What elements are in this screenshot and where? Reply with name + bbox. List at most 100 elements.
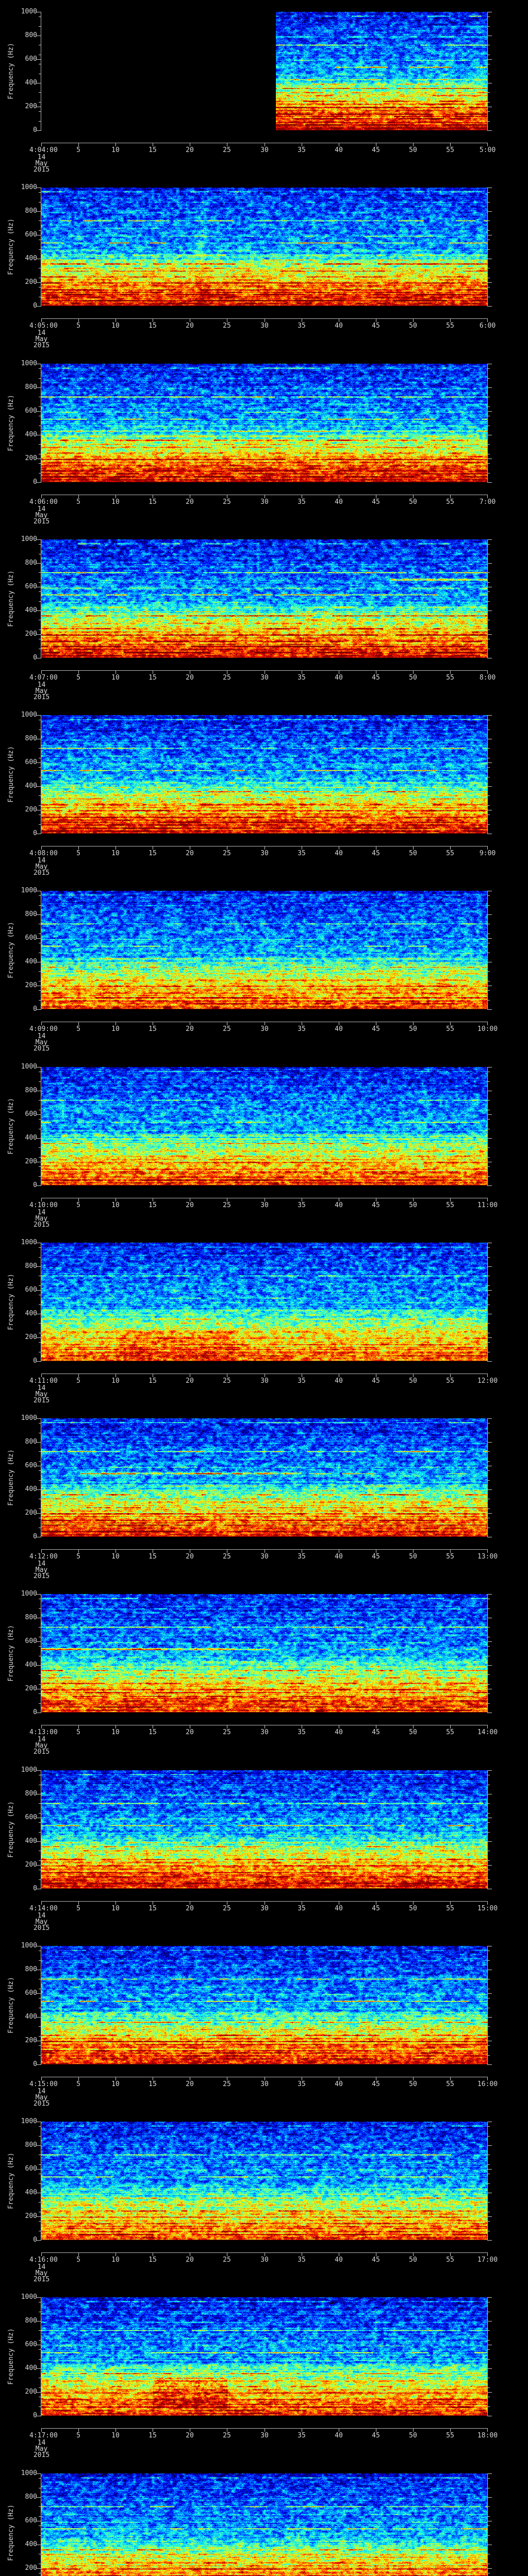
x-major-tick (41, 143, 42, 146)
date-line-year: 2015 (33, 342, 50, 349)
x-tick-label: 30 (260, 1025, 269, 1033)
y-major-tick (488, 1114, 492, 1115)
y-major-tick (37, 1665, 41, 1666)
spectrogram-panel: Frequency (Hz) 4:10:00 11:00 14 May 2015… (0, 1063, 528, 1243)
y-tick-label: 400 (25, 782, 37, 790)
x-tick-label: 40 (335, 322, 343, 330)
y-major-tick (488, 2368, 492, 2369)
spectrogram-panel: Frequency (Hz) 4:04:00 5:00 14 May 2015 … (0, 8, 528, 188)
y-axis-title: Frequency (Hz) (7, 1098, 15, 1155)
y-major-tick (37, 938, 41, 939)
y-tick-label: 200 (25, 981, 37, 989)
y-minor-tick (39, 1000, 41, 1001)
y-major-tick (37, 282, 41, 283)
y-minor-tick (39, 111, 41, 112)
y-minor-tick (488, 378, 490, 379)
x-major-tick (41, 2429, 42, 2432)
y-axis-line-right (487, 364, 488, 483)
y-major-tick (37, 914, 41, 915)
y-major-tick (488, 211, 492, 212)
y-minor-tick (39, 2359, 41, 2360)
y-tick-label: 600 (25, 583, 37, 590)
y-tick-label: 1000 (21, 1942, 37, 1950)
x-tick-label: 5 (76, 322, 80, 330)
x-tick-label: 55 (446, 1201, 454, 1209)
spectrogram-heatmap (41, 364, 487, 482)
y-minor-tick (39, 2036, 41, 2037)
y-minor-tick (39, 1157, 41, 1158)
y-tick-label: 600 (25, 2165, 37, 2173)
y-major-tick (37, 634, 41, 635)
y-axis-title: Frequency (Hz) (7, 1625, 15, 1682)
y-minor-tick (488, 1646, 490, 1647)
y-minor-tick (488, 572, 490, 573)
y-minor-tick (39, 1166, 41, 1167)
y-major-tick (37, 1594, 41, 1595)
y-minor-tick (39, 2340, 41, 2341)
y-minor-tick (39, 1860, 41, 1861)
y-minor-tick (488, 249, 490, 250)
x-tick-label: 20 (186, 1905, 194, 1912)
y-major-tick (488, 2017, 492, 2018)
y-major-tick (488, 282, 492, 283)
y-major-tick (37, 786, 41, 787)
y-minor-tick (39, 895, 41, 896)
y-major-tick (488, 387, 492, 388)
y-axis-title: Frequency (Hz) (7, 1274, 15, 1330)
y-minor-tick (39, 2387, 41, 2388)
y-minor-tick (39, 1480, 41, 1481)
x-tick-label: 20 (186, 850, 194, 857)
x-tick-label: 30 (260, 850, 269, 857)
y-minor-tick (488, 121, 490, 122)
y-minor-tick (39, 2478, 41, 2479)
y-minor-tick (39, 582, 41, 583)
y-minor-tick (488, 16, 490, 17)
y-tick-label: 0 (33, 478, 37, 486)
x-tick-label: 5 (76, 1728, 80, 1736)
y-minor-tick (39, 1674, 41, 1675)
y-axis-line-right (487, 2297, 488, 2416)
x-major-tick (41, 1022, 42, 1025)
y-minor-tick (488, 26, 490, 27)
y-minor-tick (39, 795, 41, 796)
x-tick-label: 30 (260, 1553, 269, 1561)
y-tick-label: 1000 (21, 1239, 37, 1246)
x-tick-label: 5 (76, 2256, 80, 2264)
y-tick-label: 0 (33, 1708, 37, 1716)
y-major-tick (488, 1841, 492, 1842)
y-minor-tick (488, 805, 490, 806)
y-axis-line-right (487, 1770, 488, 1889)
y-minor-tick (39, 2055, 41, 2056)
y-tick-label: 800 (25, 31, 37, 39)
y-minor-tick (488, 2478, 490, 2479)
spectrogram-panel: Frequency (Hz) 4:07:00 8:00 14 May 2015 … (0, 536, 528, 715)
y-minor-tick (488, 582, 490, 583)
y-minor-tick (488, 1803, 490, 1804)
y-minor-tick (488, 2406, 490, 2407)
x-tick-label: 35 (298, 498, 306, 506)
x-tick-label: 35 (298, 1553, 306, 1561)
x-tick-label: 15 (148, 1377, 157, 1385)
y-tick-label: 800 (25, 1438, 37, 1446)
y-major-tick (488, 938, 492, 939)
spectrogram-heatmap (41, 2473, 487, 2576)
y-minor-tick (488, 1822, 490, 1823)
y-axis-line-right (487, 1594, 488, 1713)
x-tick-label: 35 (298, 1728, 306, 1736)
x-tick-label: 55 (446, 322, 454, 330)
x-tick-label: 25 (223, 1728, 231, 1736)
y-minor-tick (39, 1684, 41, 1685)
y-minor-tick (488, 463, 490, 464)
spectrogram-panel: Frequency (Hz) 4:18:00 19:00 14 May 2015… (0, 2470, 528, 2576)
y-tick-label: 1000 (21, 1590, 37, 1598)
panel-end-time-label: 8:00 (479, 674, 496, 682)
x-tick-label: 30 (260, 498, 269, 506)
y-major-tick (37, 2240, 41, 2241)
y-minor-tick (488, 1157, 490, 1158)
y-tick-label: 0 (33, 1533, 37, 1540)
y-major-tick (37, 1114, 41, 1115)
spectrogram-panel: Frequency (Hz) 4:14:00 15:00 14 May 2015… (0, 1767, 528, 1946)
y-major-tick (488, 1138, 492, 1139)
x-tick-label: 5 (76, 146, 80, 154)
y-axis-title: Frequency (Hz) (7, 218, 15, 275)
